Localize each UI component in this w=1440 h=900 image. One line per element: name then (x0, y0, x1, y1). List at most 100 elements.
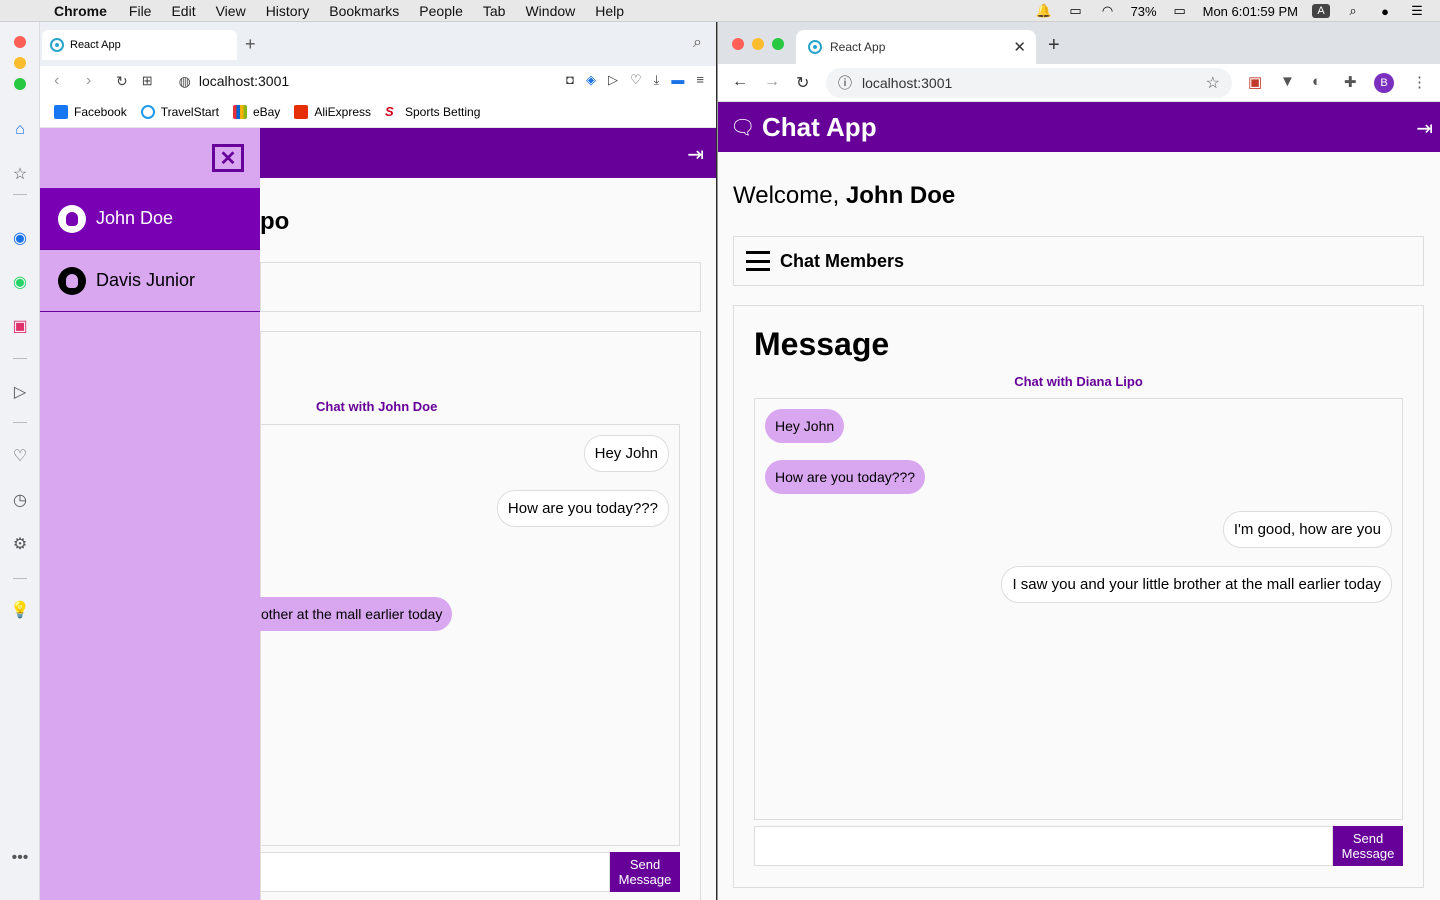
spotlight-search-icon[interactable]: ⌕ (1344, 3, 1362, 18)
menu-view[interactable]: View (216, 3, 246, 19)
right-url-text[interactable]: localhost:3001 (862, 75, 952, 91)
extensions-puzzle-icon[interactable]: ✚ (1344, 73, 1357, 91)
forward-arrow-icon[interactable]: › (86, 72, 104, 90)
menu-bookmarks[interactable]: Bookmarks (329, 3, 399, 19)
drawer-member-davis-junior[interactable]: Davis Junior (40, 250, 260, 312)
info-icon[interactable]: ⓘ (838, 73, 852, 93)
react-logo-icon (50, 38, 64, 52)
heart-icon[interactable]: ♡ (10, 446, 30, 466)
right-toolbar: ← → ↻ ⓘ localhost:3001 ☆ ▣ ▼ ◐ ✚ B ⋮ (718, 64, 1440, 102)
minimize-window-button[interactable] (14, 57, 26, 69)
menu-chrome[interactable]: Chrome (54, 3, 107, 19)
chat-with-label: Chat with Diana Lipo (1014, 374, 1143, 389)
send-message-button[interactable]: Send Message (1333, 826, 1403, 866)
lightbulb-icon[interactable]: 💡 (10, 600, 30, 620)
login-icon[interactable]: ⇥ (1416, 116, 1433, 141)
instagram-icon[interactable]: ▣ (10, 316, 30, 336)
menu-window[interactable]: Window (525, 3, 575, 19)
flow-send-icon[interactable]: ▷ (608, 72, 618, 88)
message-input[interactable] (754, 826, 1333, 866)
history-clock-icon[interactable]: ◷ (10, 490, 30, 510)
react-logo-icon (808, 40, 822, 54)
messenger-icon[interactable]: ◉ (10, 228, 30, 248)
bookmark-sports-betting[interactable]: S Sports Betting (385, 104, 480, 119)
globe-icon: ◍ (178, 72, 191, 89)
heart-bookmark-icon[interactable]: ♡ (630, 72, 642, 88)
macos-menubar: Chrome File Edit View History Bookmarks … (0, 0, 1440, 22)
left-send-message-button[interactable]: Send Message (610, 852, 680, 892)
left-tab-react-app[interactable]: React App (42, 30, 237, 60)
menu-tab[interactable]: Tab (483, 3, 506, 19)
reload-icon[interactable]: ↻ (116, 73, 128, 90)
bookmark-aliexpress[interactable]: AliExpress (294, 104, 371, 119)
control-center-icon[interactable]: ☰ (1408, 3, 1426, 18)
shield-icon[interactable]: ◈ (586, 72, 596, 88)
camera-icon[interactable]: ◘ (566, 72, 574, 88)
bookmark-ebay[interactable]: eBay (232, 104, 280, 119)
menu-people[interactable]: People (419, 3, 463, 19)
close-window-button[interactable] (732, 38, 744, 50)
zoom-window-button[interactable] (772, 38, 784, 50)
notification-bell-icon[interactable]: 🔔 (1035, 3, 1053, 18)
send-icon[interactable]: ▷ (10, 382, 30, 402)
hamburger-menu-icon[interactable] (746, 251, 770, 271)
bookmark-facebook[interactable]: Facebook (54, 104, 127, 119)
home-icon[interactable]: ⌂ (10, 120, 30, 140)
right-tab-title: React App (830, 40, 886, 54)
message-box: Message Chat with Diana Lipo Hey John Ho… (733, 305, 1424, 888)
chat-members-toggle[interactable]: Chat Members (733, 236, 1424, 286)
bookmark-star-icon[interactable]: ☆ (1206, 73, 1220, 93)
battery-icon[interactable]: ▭ (1171, 3, 1189, 18)
menubar-clock[interactable]: Mon 6:01:59 PM (1203, 4, 1298, 19)
download-icon[interactable]: ⤓ (654, 72, 660, 88)
menu-history[interactable]: History (266, 3, 310, 19)
profile-avatar[interactable]: B (1374, 73, 1394, 93)
speed-dial-icon[interactable]: ☆ (10, 164, 30, 184)
right-browser-window: React App ✕ + ← → ↻ ⓘ localhost:3001 ☆ ▣… (717, 22, 1440, 900)
bookmark-travelstart[interactable]: TravelStart (140, 104, 219, 119)
input-source-icon[interactable]: A (1312, 4, 1330, 18)
left-message-input[interactable] (260, 852, 610, 892)
drawer-close-button[interactable]: ✕ (212, 144, 244, 172)
new-tab-plus-icon[interactable]: + (245, 34, 256, 55)
wifi-icon[interactable]: ◠ (1099, 3, 1117, 18)
left-bookmarks-bar: Facebook TravelStart eBay AliExpress S Sp… (40, 96, 716, 128)
user-avatar-icon (58, 204, 86, 233)
tabs-grid-icon[interactable]: ⊞ (142, 73, 153, 89)
left-url-text[interactable]: localhost:3001 (199, 73, 289, 89)
minimize-window-button[interactable] (752, 38, 764, 50)
zoom-window-button[interactable] (14, 78, 26, 90)
drawer-member-john-doe[interactable]: John Doe (40, 188, 260, 250)
whatsapp-icon[interactable]: ◉ (10, 272, 30, 292)
close-window-button[interactable] (14, 36, 26, 48)
menu-help[interactable]: Help (595, 3, 624, 19)
easy-setup-icon[interactable]: ≡ (696, 72, 704, 88)
chrome-menu-icon[interactable]: ⋮ (1412, 73, 1427, 91)
vue-devtools-icon[interactable]: ▼ (1280, 73, 1295, 90)
tab-close-icon[interactable]: ✕ (1013, 38, 1026, 56)
tab-search-icon[interactable]: ⌕ (693, 34, 702, 52)
chat-bubble: I'm good, how are you (1222, 511, 1392, 548)
back-arrow-icon[interactable]: ← (732, 73, 748, 91)
chat-bubble: other at the mall earlier today (235, 597, 453, 631)
airplay-icon[interactable]: ▭ (1067, 3, 1085, 18)
back-arrow-icon[interactable]: ‹ (54, 72, 72, 90)
left-chat-members-box[interactable] (260, 262, 701, 312)
user-avatar-icon (58, 266, 86, 295)
menu-file[interactable]: File (129, 3, 152, 19)
new-tab-plus-icon[interactable]: + (1048, 34, 1060, 57)
right-tab-react-app[interactable]: React App ✕ (796, 30, 1036, 64)
menu-edit[interactable]: Edit (171, 3, 195, 19)
message-title: Message (754, 326, 890, 362)
login-icon[interactable]: ⇥ (687, 142, 704, 167)
forward-arrow-icon[interactable]: → (764, 73, 780, 91)
reload-icon[interactable]: ↻ (796, 73, 809, 93)
chat-bubbles-icon: 🗨 (730, 117, 756, 139)
extension-icon[interactable]: ▣ (1248, 73, 1262, 91)
settings-gear-icon[interactable]: ⚙ (10, 534, 30, 554)
dark-mode-icon[interactable]: ◐ (1312, 73, 1321, 90)
more-icon[interactable]: ••• (10, 848, 30, 868)
battery-saver-icon[interactable]: ▬ (671, 72, 684, 88)
omnibox[interactable]: ⓘ localhost:3001 ☆ (826, 68, 1232, 98)
siri-icon[interactable]: ● (1376, 4, 1394, 19)
